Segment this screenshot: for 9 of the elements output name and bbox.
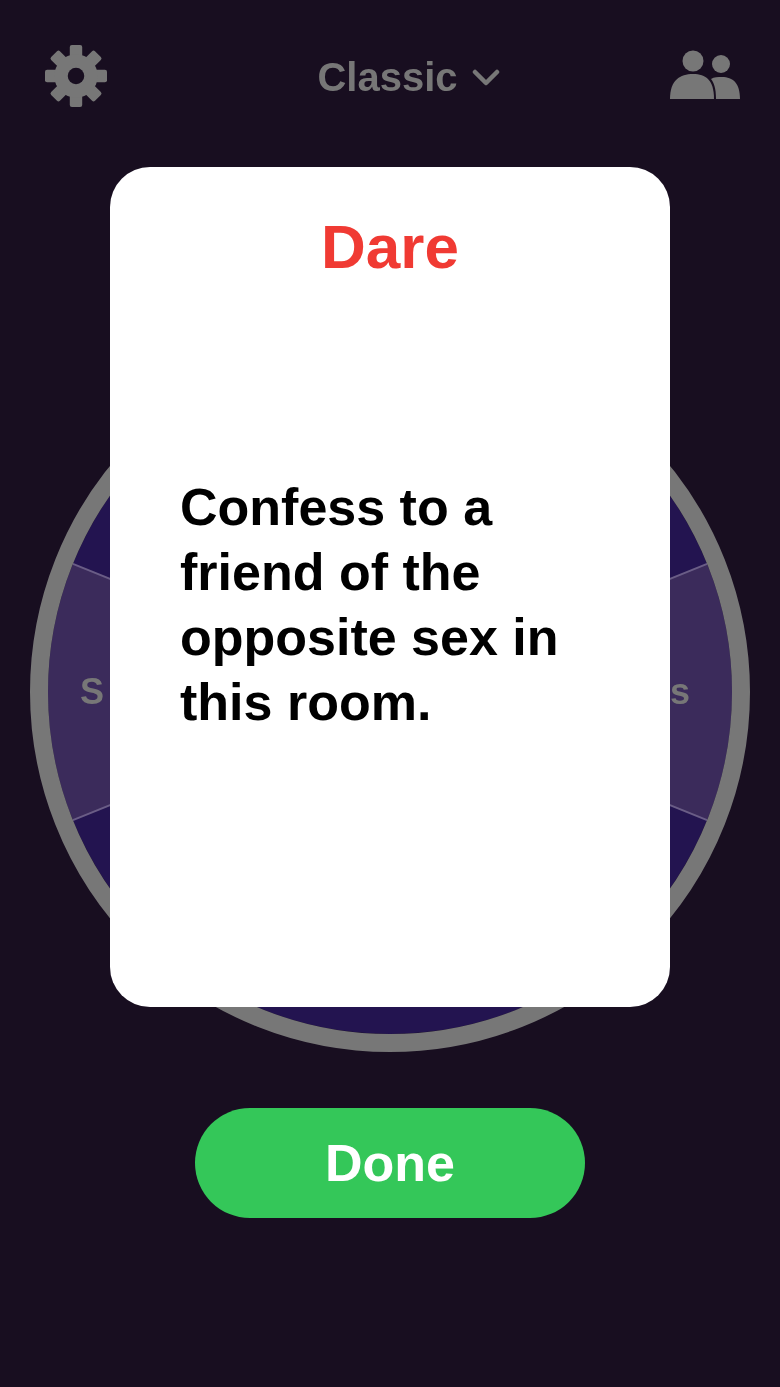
mode-dropdown[interactable]: Classic [317,55,500,100]
settings-icon[interactable] [45,45,107,107]
chevron-down-icon [471,68,500,87]
dare-text: Confess to a friend of the opposite sex in this room. [180,477,560,733]
wheel-label: s [670,671,691,712]
players-icon[interactable] [670,50,740,100]
card-title: Dare [320,211,460,283]
done-button[interactable]: Done [195,1108,585,1218]
wheel-label: S [80,671,104,712]
